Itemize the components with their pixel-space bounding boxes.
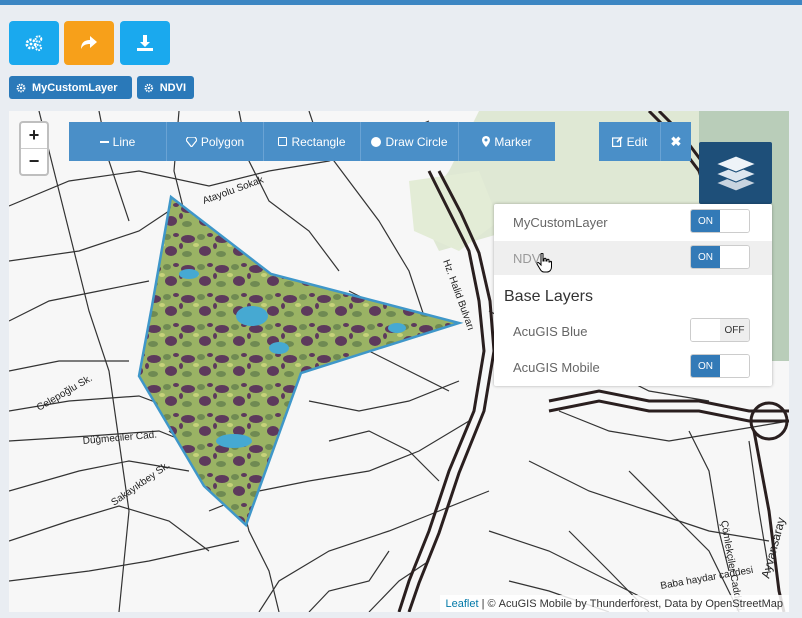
layer-tag-mycustomlayer[interactable]: MyCustomLayer [9,76,132,99]
layer-tag-label: NDVI [159,81,186,94]
layer-tag-label: MyCustomLayer [32,81,118,94]
gear-icon [144,83,154,92]
street-label: Atayolu Sokak [201,174,266,207]
draw-polygon-button[interactable]: Polygon [167,122,264,161]
street-label: Ayvansaray [758,516,788,580]
map-attribution: Leaflet | © AcuGIS Mobile by Thunderfore… [439,595,789,612]
thunderforest-text: Thunderforest [589,597,659,610]
download-icon [137,35,153,51]
edit-icon [611,136,623,147]
zoom-control: + − [19,121,49,176]
attribution-text: | © [478,597,499,610]
map-view[interactable]: Atayolu Sokak Hz. Halid Bulvarı Celepoğl… [9,111,789,612]
layers-toggle-button[interactable] [699,142,772,204]
draw-toolbar: Line Polygon Rectangle Draw Circle Marke… [69,122,555,161]
draw-line-label: Line [112,134,136,149]
draw-line-button[interactable]: Line [69,122,167,161]
zoom-out-button[interactable]: − [21,148,47,174]
delete-button[interactable]: ✖ [661,122,691,161]
base-row-acugis-mobile[interactable]: AcuGIS Mobile ON [494,350,772,384]
layer-tag-ndvi[interactable]: NDVI [137,76,194,99]
settings-button[interactable] [9,21,59,65]
draw-circle-button[interactable]: Draw Circle [361,122,459,161]
overlay-row-mycustomlayer[interactable]: MyCustomLayer ON [494,205,772,239]
layer-toggle[interactable]: ON [690,209,750,233]
layer-toggle[interactable]: ON [690,354,750,378]
zoom-in-button[interactable]: + [21,123,47,148]
map-marker-icon [482,136,491,147]
layer-toggle[interactable]: ON [690,245,750,269]
toggle-on-label: ON [691,246,720,268]
gears-icon [25,35,43,52]
draw-marker-button[interactable]: Marker [459,122,555,161]
layer-toggle[interactable]: OFF [690,318,750,342]
draw-marker-label: Marker [494,134,532,149]
attribution-text: by [572,597,590,610]
circle-icon [371,136,382,147]
acugis-text: AcuGIS Mobile [498,597,573,610]
hand-cursor-icon [536,253,552,273]
top-accent-bar [0,0,802,5]
base-row-acugis-blue[interactable]: AcuGIS Blue OFF [494,314,772,348]
edit-button[interactable]: Edit [599,122,661,161]
draw-polygon-label: Polygon [200,134,245,149]
edit-toolbar: Edit ✖ [599,122,691,161]
layers-icon [713,155,758,192]
osm-text: OpenStreetMap [705,597,783,610]
draw-circle-label: Draw Circle [385,134,448,149]
layers-panel: MyCustomLayer ON NDVI ON Base Layers Acu… [494,204,772,386]
share-arrow-icon [81,36,97,49]
square-icon [278,137,288,146]
download-button[interactable] [120,21,170,65]
line-icon [99,140,109,143]
street-label: Celepoğlu Sk. [35,373,94,414]
toggle-on-label: ON [691,355,720,377]
attribution-text: , Data by [658,597,706,610]
gear-icon [16,83,26,92]
base-layers-heading: Base Layers [504,288,593,305]
draw-rectangle-label: Rectangle [291,134,346,149]
close-icon: ✖ [670,133,682,149]
leaflet-link[interactable]: Leaflet [446,598,479,610]
draw-rectangle-button[interactable]: Rectangle [264,122,361,161]
street-label: Sakayıkbey Sk. [109,460,172,509]
edit-label: Edit [626,134,648,149]
toggle-off-label: OFF [720,319,749,341]
diamond-icon [185,136,197,147]
toggle-on-label: ON [691,210,720,232]
share-button[interactable] [64,21,114,65]
